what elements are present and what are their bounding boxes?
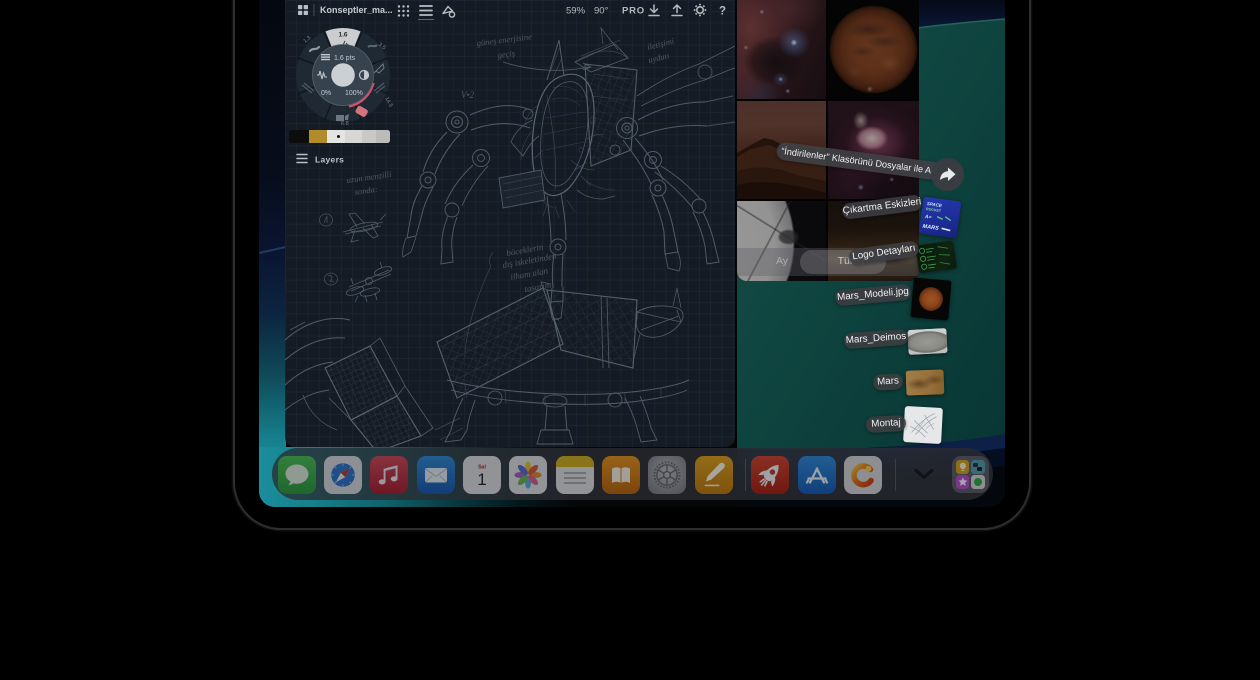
svg-text:59%: 59% bbox=[566, 6, 586, 17]
svg-text:uyduıı: uyduıı bbox=[647, 50, 670, 65]
svg-text:Layers: Layers bbox=[315, 155, 344, 165]
svg-text:1.6 pts: 1.6 pts bbox=[334, 55, 356, 62]
svg-text:iletişimi: iletişimi bbox=[646, 35, 676, 51]
svg-text:1.6: 1.6 bbox=[338, 32, 347, 39]
svg-text:90°: 90° bbox=[594, 6, 609, 17]
svg-text:uzun menzilli: uzun menzilli bbox=[346, 169, 393, 185]
svg-text:ROCKET: ROCKET bbox=[926, 207, 942, 213]
svg-text:sonda:: sonda: bbox=[354, 184, 378, 197]
svg-text:V•2: V•2 bbox=[461, 90, 475, 100]
svg-text:PRO: PRO bbox=[622, 6, 645, 17]
svg-text:100%: 100% bbox=[345, 90, 363, 97]
svg-text:14.5: 14.5 bbox=[383, 96, 393, 108]
svg-text:A=: A= bbox=[924, 214, 932, 221]
svg-text:Konseptler_ma...: Konseptler_ma... bbox=[320, 5, 393, 15]
svg-text:güneş enerjisine: güneş enerjisine bbox=[476, 31, 533, 48]
svg-text:ilham alan: ilham alan bbox=[510, 265, 550, 282]
svg-text:geçiş: geçiş bbox=[497, 48, 516, 60]
svg-text:0%: 0% bbox=[321, 90, 331, 97]
svg-text:MARS: MARS bbox=[922, 224, 939, 232]
svg-text:1: 1 bbox=[477, 470, 486, 489]
svg-text:?: ? bbox=[719, 6, 726, 18]
svg-text:6.8: 6.8 bbox=[341, 121, 349, 127]
